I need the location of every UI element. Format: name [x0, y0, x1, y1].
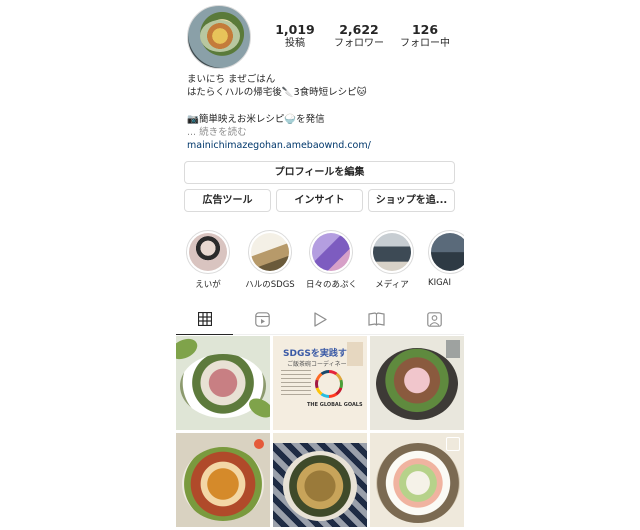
highlight-cover [309, 230, 353, 274]
stat-followers[interactable]: 2,622 フォロワー [329, 22, 389, 50]
highlight-label: メディア [375, 280, 409, 290]
stat-following-label: フォロー中 [400, 38, 450, 49]
stat-posts-label: 投稿 [285, 38, 305, 49]
post-sdgs-subtitle: ご飯茶碗コーディネート [287, 361, 353, 368]
highlight-label: ハルのSDGS [245, 280, 295, 290]
post-thumbnail[interactable] [370, 336, 464, 430]
stat-following[interactable]: 126 フォロー中 [395, 22, 455, 50]
tab-guides[interactable] [348, 304, 405, 334]
guide-icon [368, 312, 385, 326]
bio-line: はたらくハルの帰宅後🔪3食時短レシピ🐱 [187, 87, 367, 98]
reels-icon [255, 311, 270, 327]
add-shop-button[interactable]: ショップを追... [368, 189, 455, 212]
highlight-cover [186, 230, 230, 274]
highlight-eiga[interactable]: えいが [183, 230, 233, 290]
post-thumbnail[interactable] [273, 433, 367, 527]
ad-tools-button[interactable]: 広告ツール [184, 189, 271, 212]
grid-icon [197, 312, 212, 326]
highlight-cover [370, 230, 414, 274]
insights-button[interactable]: インサイト [276, 189, 363, 212]
tab-posts-grid[interactable] [176, 304, 233, 335]
bio-more-link[interactable]: ... 続きを読む [187, 126, 247, 139]
highlight-label: KIGAI [428, 278, 451, 288]
tab-tagged[interactable] [406, 304, 463, 334]
post-thumbnail[interactable] [176, 336, 270, 430]
profile-avatar[interactable] [187, 5, 251, 69]
bio-name: まいにち まぜごはん [187, 74, 276, 85]
highlight-kigai[interactable]: KIGAI [428, 230, 464, 288]
stat-followers-label: フォロワー [334, 38, 384, 49]
edit-profile-button[interactable]: プロフィールを編集 [184, 161, 455, 184]
highlight-media[interactable]: メディア [367, 230, 417, 290]
highlight-label: 日々のあぷく [306, 280, 358, 290]
highlight-cover [428, 230, 464, 274]
post-thumbnail[interactable] [370, 433, 464, 527]
post-thumbnail[interactable] [176, 433, 270, 527]
post-sdgs-footer: THE GLOBAL GOALS [307, 402, 363, 408]
profile-screen: 1,019 投稿 2,622 フォロワー 126 フォロー中 まいにち まぜごは… [176, 0, 464, 530]
stat-posts-count: 1,019 [275, 22, 315, 37]
highlight-hibi[interactable]: 日々のあぷく [306, 230, 358, 290]
highlight-sdgs[interactable]: ハルのSDGS [245, 230, 295, 290]
play-icon [313, 311, 327, 327]
tagged-icon [427, 311, 442, 327]
profile-tabs [176, 304, 464, 335]
bio-line: 📷簡単映えお米レシピ🍚を発信 [187, 114, 325, 125]
stat-followers-count: 2,622 [339, 22, 379, 37]
stat-following-count: 126 [411, 22, 439, 37]
tab-videos[interactable] [291, 304, 348, 334]
tab-reels[interactable] [234, 304, 291, 334]
post-thumbnail[interactable]: SDGSを実践する ご飯茶碗コーディネート THE GLOBAL GOALS [273, 336, 367, 430]
highlight-label: えいが [195, 280, 221, 290]
stat-posts[interactable]: 1,019 投稿 [275, 22, 315, 50]
highlight-cover [248, 230, 292, 274]
bio-website-link[interactable]: mainichimazegohan.amebaownd.com/ [187, 139, 371, 152]
post-sdgs-title: SDGSを実践する [283, 349, 356, 359]
